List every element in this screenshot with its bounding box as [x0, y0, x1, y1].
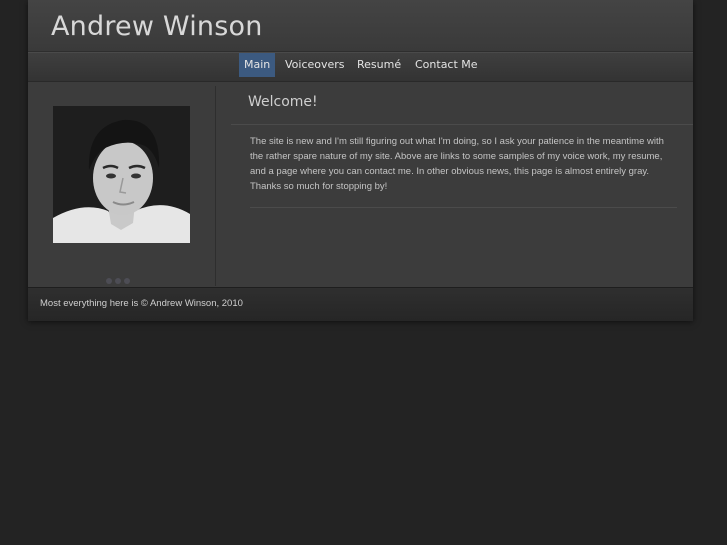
nav-item-contact[interactable]: Contact Me	[410, 53, 483, 77]
page-heading: Welcome!	[248, 94, 318, 110]
page-container: Andrew Winson Main Voiceovers Resumé Con…	[28, 0, 693, 321]
welcome-text: The site is new and I'm still figuring o…	[250, 136, 664, 192]
slide-dot[interactable]	[115, 278, 121, 284]
site-header: Andrew Winson	[28, 0, 693, 52]
copyright-text: Most everything here is © Andrew Winson,…	[40, 298, 243, 309]
slide-dot[interactable]	[106, 278, 112, 284]
slideshow-dots[interactable]	[106, 269, 138, 284]
slide-dot[interactable]	[124, 278, 130, 284]
site-footer: Most everything here is © Andrew Winson,…	[28, 287, 693, 321]
nav-item-resume[interactable]: Resumé	[352, 53, 406, 77]
main-nav: Main Voiceovers Resumé Contact Me	[28, 52, 693, 82]
divider	[231, 124, 693, 125]
main-content: Welcome! The site is new and I'm still f…	[231, 86, 693, 286]
sidebar	[28, 86, 216, 286]
nav-item-main[interactable]: Main	[239, 53, 276, 77]
site-title[interactable]: Andrew Winson	[51, 11, 263, 42]
divider	[250, 207, 677, 208]
profile-photo	[53, 106, 190, 243]
nav-item-voiceovers[interactable]: Voiceovers	[280, 53, 350, 77]
